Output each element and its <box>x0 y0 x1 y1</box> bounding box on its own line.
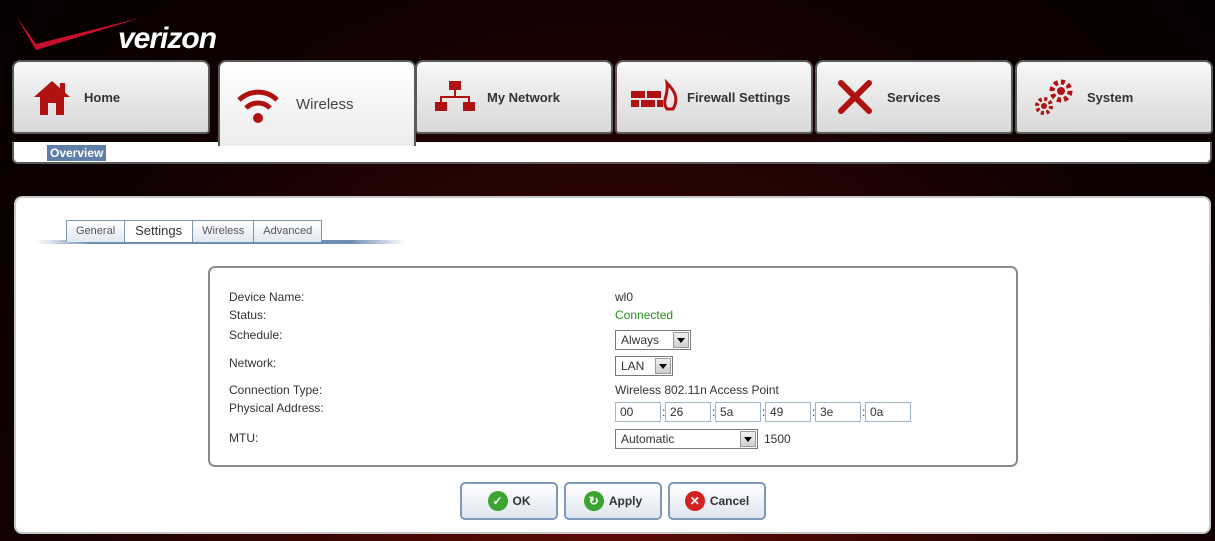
apply-button[interactable]: ↻ Apply <box>564 482 662 520</box>
tab-my-network-label: My Network <box>487 89 560 105</box>
tab-wireless-label: Wireless <box>296 95 354 113</box>
tab-firewall-settings-label: Firewall Settings <box>687 89 791 105</box>
mac-octet-6[interactable]: 0a <box>865 402 911 422</box>
gears-icon <box>1023 69 1087 125</box>
main-navigation: Home Wireless My Network Firewall Settin… <box>12 60 1213 146</box>
network-select-value: LAN <box>621 359 645 373</box>
cancel-icon: ✕ <box>684 491 705 511</box>
cancel-button[interactable]: ✕ Cancel <box>668 482 766 520</box>
subtab-settings[interactable]: Settings <box>124 220 194 242</box>
device-name-label: Device Name: <box>229 290 305 304</box>
tab-system-label: System <box>1087 89 1134 105</box>
subnav-overview[interactable]: Overview <box>47 145 107 161</box>
ok-button[interactable]: ✓ OK <box>460 482 558 520</box>
mac-octet-5[interactable]: 3e <box>815 402 861 422</box>
ok-button-label: OK <box>512 494 531 508</box>
mtu-mode-value: Automatic <box>621 432 675 446</box>
tab-services[interactable]: Services <box>815 60 1013 134</box>
header-bar: verizon <box>0 0 1215 60</box>
connection-type-label: Connection Type: <box>229 383 323 397</box>
network-label: Network: <box>229 356 277 370</box>
status-value: Connected <box>615 308 674 322</box>
chevron-down-icon <box>673 332 689 348</box>
apply-button-label: Apply <box>608 494 643 508</box>
tab-services-label: Services <box>887 89 941 105</box>
content-panel: General Settings Wireless Advanced Devic… <box>14 196 1211 534</box>
subtab-advanced[interactable]: Advanced <box>253 220 323 242</box>
wifi-icon <box>226 76 290 132</box>
mac-octet-4[interactable]: 49 <box>765 402 811 422</box>
subtab-general[interactable]: General <box>66 220 126 242</box>
settings-form: Device Name: wl0 Status: Connected Sched… <box>208 266 1018 467</box>
tab-system[interactable]: System <box>1015 60 1213 134</box>
mtu-label: MTU: <box>229 431 259 445</box>
mtu-mode-select[interactable]: Automatic <box>615 429 758 449</box>
subtab-wireless[interactable]: Wireless <box>192 220 255 242</box>
tab-my-network[interactable]: My Network <box>415 60 613 134</box>
network-icon <box>423 69 487 125</box>
connection-type-value: Wireless 802.11n Access Point <box>615 383 779 397</box>
physical-address-label: Physical Address: <box>229 401 324 415</box>
mtu-value: 1500 <box>764 432 791 446</box>
chevron-down-icon <box>655 358 671 374</box>
network-select[interactable]: LAN <box>615 356 673 376</box>
check-icon: ✓ <box>487 491 508 511</box>
sub-navigation: Overview <box>12 142 1212 164</box>
home-icon <box>20 69 84 125</box>
chevron-down-icon <box>740 431 756 447</box>
cancel-button-label: Cancel <box>709 494 750 508</box>
tools-icon <box>823 69 887 125</box>
sub-tabs: General Settings Wireless Advanced <box>66 220 323 242</box>
mac-octet-3[interactable]: 5a <box>715 402 761 422</box>
mac-octet-2[interactable]: 26 <box>665 402 711 422</box>
schedule-select-value: Always <box>621 333 660 347</box>
tab-home[interactable]: Home <box>12 60 210 134</box>
device-name-value: wl0 <box>615 290 634 304</box>
tab-wireless[interactable]: Wireless <box>218 60 416 146</box>
tab-home-label: Home <box>84 89 121 105</box>
tab-firewall-settings[interactable]: Firewall Settings <box>615 60 813 134</box>
schedule-select[interactable]: Always <box>615 330 691 350</box>
status-label: Status: <box>229 308 267 322</box>
firewall-icon <box>623 69 687 125</box>
brand-logo: verizon <box>118 22 217 55</box>
apply-icon: ↻ <box>583 491 604 511</box>
schedule-label: Schedule: <box>229 328 283 342</box>
mac-octet-1[interactable]: 00 <box>615 402 661 422</box>
